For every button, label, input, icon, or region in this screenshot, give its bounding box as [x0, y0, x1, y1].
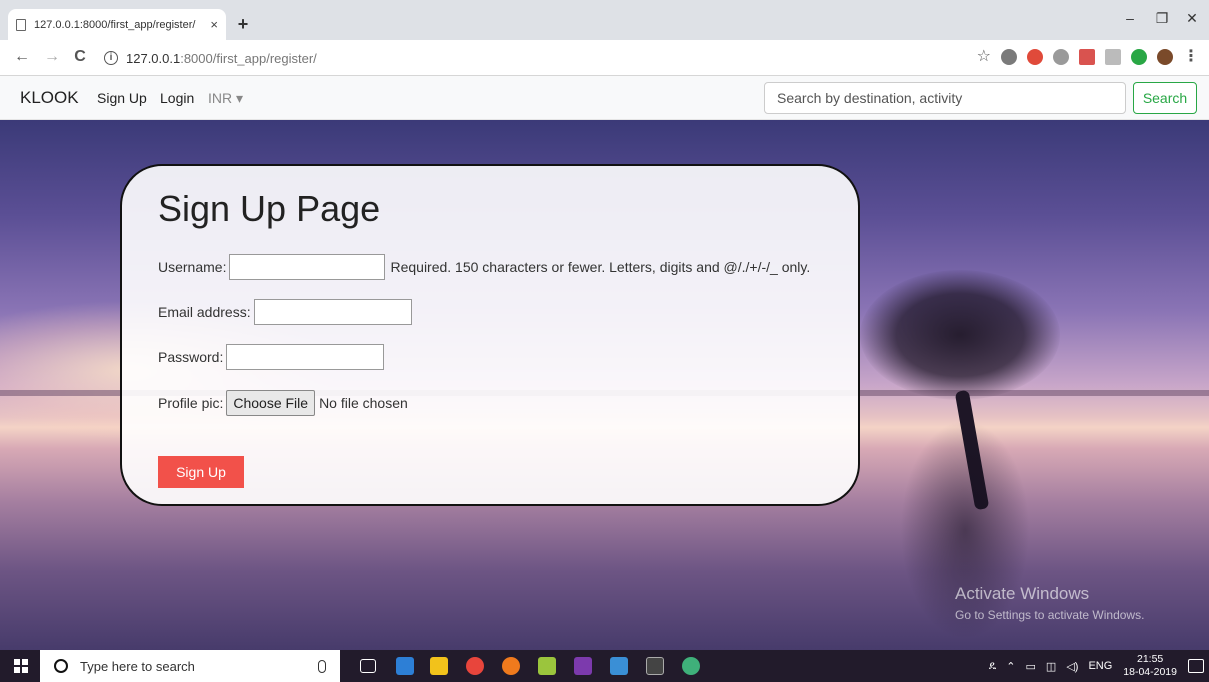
tab-title: 127.0.0.1:8000/first_app/register/	[34, 18, 196, 31]
profile-pic-row: Profile pic: Choose File No file chosen	[158, 390, 408, 416]
clock-date: 18-04-2019	[1123, 666, 1177, 678]
extension-icon[interactable]	[1079, 49, 1095, 65]
nav-signup-link[interactable]: Sign Up	[97, 90, 147, 106]
app-icon[interactable]	[682, 657, 700, 675]
notification-icon[interactable]	[1188, 659, 1204, 673]
media-player-icon[interactable]	[396, 657, 414, 675]
signup-card: Sign Up Page Username: Required. 150 cha…	[120, 164, 860, 506]
taskbar-search-box[interactable]: Type here to search	[40, 650, 340, 682]
url-path: :8000/first_app/register/	[180, 50, 317, 66]
browser-tabstrip: 127.0.0.1:8000/first_app/register/ × + –…	[0, 0, 1209, 40]
extensions-row: ☆ ⋮	[977, 49, 1199, 65]
info-icon[interactable]: i	[104, 51, 118, 65]
search-input[interactable]	[764, 82, 1126, 114]
username-label: Username:	[158, 259, 227, 275]
password-field[interactable]	[226, 344, 385, 370]
nav-login-link[interactable]: Login	[160, 90, 194, 106]
tree-silhouette	[860, 270, 1060, 400]
volume-icon[interactable]: ◁)	[1066, 660, 1078, 673]
bookmark-star-icon[interactable]: ☆	[977, 49, 991, 65]
username-row: Username: Required. 150 characters or fe…	[158, 254, 810, 280]
wifi-icon[interactable]: ◫	[1046, 660, 1056, 673]
file-explorer-icon[interactable]	[430, 657, 448, 675]
extension-icon[interactable]	[1027, 49, 1043, 65]
notepad-icon[interactable]	[538, 657, 556, 675]
menu-icon[interactable]: ⋮	[1183, 49, 1199, 65]
firefox-icon[interactable]	[502, 657, 520, 675]
username-help-text: Required. 150 characters or fewer. Lette…	[390, 259, 811, 275]
close-tab-icon[interactable]: ×	[210, 17, 218, 32]
clock-time: 21:55	[1137, 653, 1164, 665]
file-status-text: No file chosen	[319, 395, 408, 411]
microphone-icon[interactable]	[318, 659, 326, 673]
system-tray: ዴ ⌃ ▭ ◫ ◁) ENG 21:55 18-04-2019	[984, 650, 1209, 682]
taskbar-search-placeholder: Type here to search	[80, 658, 195, 674]
people-icon[interactable]: ዴ	[989, 660, 996, 673]
clock[interactable]: 21:55 18-04-2019	[1123, 653, 1177, 679]
watermark-title: Activate Windows	[955, 584, 1090, 603]
new-tab-button[interactable]: +	[232, 14, 254, 36]
extension-icon[interactable]	[1131, 49, 1147, 65]
app-icon[interactable]	[574, 657, 592, 675]
chrome-icon[interactable]	[466, 657, 484, 675]
chevron-up-icon[interactable]: ⌃	[1006, 660, 1015, 673]
forward-icon[interactable]: →	[42, 48, 62, 66]
search-button[interactable]: Search	[1133, 82, 1197, 114]
language-indicator[interactable]: ENG	[1088, 660, 1112, 672]
browser-tab[interactable]: 127.0.0.1:8000/first_app/register/ ×	[8, 9, 226, 40]
avatar[interactable]	[1157, 49, 1173, 65]
watermark-subtitle: Go to Settings to activate Windows.	[955, 608, 1145, 622]
currency-dropdown[interactable]: INR ▾	[208, 90, 243, 107]
taskbar: Type here to search ዴ ⌃ ▭ ◫ ◁) ENG 21:55…	[0, 650, 1209, 682]
signup-submit-button[interactable]: Sign Up	[158, 456, 244, 488]
username-field[interactable]	[229, 254, 386, 280]
close-window-icon[interactable]: ✕	[1182, 10, 1202, 27]
app-icon[interactable]	[610, 657, 628, 675]
url-field[interactable]: i 127.0.0.1:8000/first_app/register/	[104, 45, 964, 71]
password-label: Password:	[158, 349, 224, 365]
back-icon[interactable]: ←	[12, 48, 32, 66]
choose-file-button[interactable]: Choose File	[226, 390, 316, 416]
site-navbar: KLOOK Sign Up Login INR ▾ Search	[0, 76, 1209, 120]
email-field[interactable]	[253, 299, 412, 325]
terminal-icon[interactable]	[646, 657, 664, 675]
profile-pic-label: Profile pic:	[158, 395, 224, 411]
extension-icon[interactable]	[1053, 49, 1069, 65]
page-icon	[16, 18, 26, 31]
password-row: Password:	[158, 344, 385, 370]
cortana-icon	[54, 659, 68, 673]
url-host: 127.0.0.1	[126, 50, 181, 66]
reload-icon[interactable]: C	[70, 48, 90, 66]
task-view-icon[interactable]	[360, 659, 376, 673]
brand-logo[interactable]: KLOOK	[20, 88, 79, 108]
cart-icon[interactable]	[1105, 49, 1121, 65]
windows-start-icon[interactable]	[14, 659, 28, 673]
email-label: Email address:	[158, 304, 251, 320]
page-title: Sign Up Page	[158, 188, 381, 229]
activate-windows-watermark: Activate Windows Go to Settings to activ…	[955, 584, 1144, 622]
network-icon[interactable]: ▭	[1026, 660, 1036, 673]
address-bar: ← → C i 127.0.0.1:8000/first_app/registe…	[0, 40, 1209, 76]
email-row: Email address:	[158, 299, 412, 325]
minimize-icon[interactable]: –	[1120, 10, 1140, 26]
maximize-icon[interactable]: ❐	[1152, 10, 1172, 27]
extension-icon[interactable]	[1001, 49, 1017, 65]
